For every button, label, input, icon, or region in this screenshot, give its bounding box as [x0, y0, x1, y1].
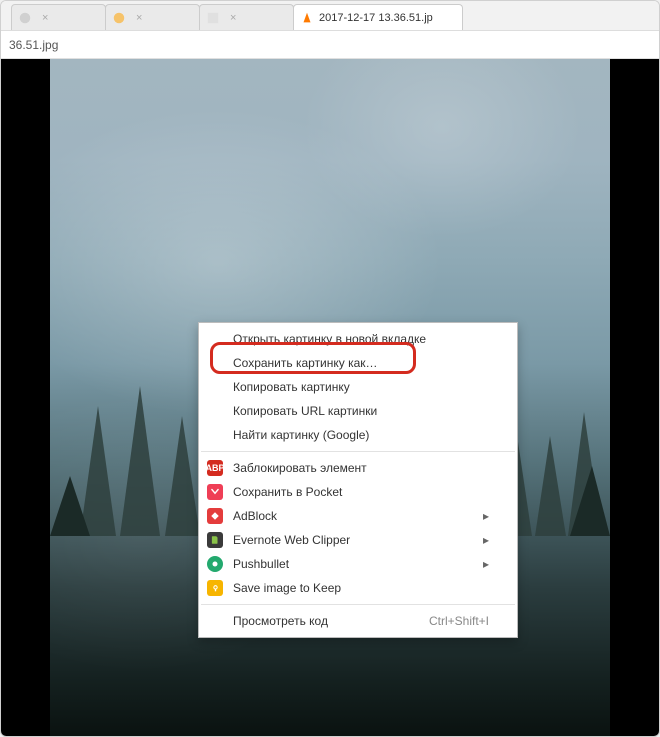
tab-title: 2017-12-17 13.36.51.jp — [319, 12, 433, 24]
menu-adblock[interactable]: AdBlock ▸ — [199, 504, 517, 528]
evernote-icon — [207, 532, 223, 548]
submenu-arrow-icon: ▸ — [483, 509, 489, 523]
menu-label: Просмотреть код — [233, 614, 328, 628]
menu-label: Evernote Web Clipper — [233, 533, 350, 547]
menu-save-to-pocket[interactable]: Сохранить в Pocket — [199, 480, 517, 504]
menu-save-image-to-keep[interactable]: Save image to Keep — [199, 576, 517, 600]
menu-label: Открыть картинку в новой вкладке — [233, 332, 426, 346]
favicon-icon — [112, 11, 126, 25]
menu-open-image-new-tab[interactable]: Открыть картинку в новой вкладке — [199, 327, 517, 351]
address-bar[interactable]: 36.51.jpg — [1, 31, 659, 59]
menu-label: AdBlock — [233, 509, 277, 523]
menu-label: Заблокировать элемент — [233, 461, 367, 475]
vlc-icon — [300, 11, 314, 25]
favicon-icon — [206, 11, 220, 25]
shortcut-label: Ctrl+Shift+I — [429, 614, 489, 628]
menu-copy-image-url[interactable]: Копировать URL картинки — [199, 399, 517, 423]
pushbullet-icon — [207, 556, 223, 572]
menu-separator — [201, 451, 515, 452]
context-menu: Открыть картинку в новой вкладке Сохрани… — [198, 322, 518, 638]
close-icon[interactable]: × — [230, 13, 240, 23]
close-icon[interactable]: × — [136, 13, 146, 23]
submenu-arrow-icon: ▸ — [483, 533, 489, 547]
menu-label: Сохранить в Pocket — [233, 485, 342, 499]
browser-tab[interactable]: × — [11, 4, 106, 30]
menu-label: Копировать картинку — [233, 380, 350, 394]
browser-tab[interactable]: × — [105, 4, 200, 30]
menu-inspect[interactable]: Просмотреть код Ctrl+Shift+I — [199, 609, 517, 633]
browser-tab[interactable]: × — [199, 4, 294, 30]
menu-label: Save image to Keep — [233, 581, 341, 595]
menu-block-element[interactable]: ABP Заблокировать элемент — [199, 456, 517, 480]
browser-tab-active[interactable]: 2017-12-17 13.36.51.jp — [293, 4, 463, 30]
menu-evernote-clipper[interactable]: Evernote Web Clipper ▸ — [199, 528, 517, 552]
abp-icon: ABP — [207, 460, 223, 476]
menu-search-image-google[interactable]: Найти картинку (Google) — [199, 423, 517, 447]
adblock-icon — [207, 508, 223, 524]
favicon-icon — [18, 11, 32, 25]
keep-icon — [207, 580, 223, 596]
menu-copy-image[interactable]: Копировать картинку — [199, 375, 517, 399]
menu-label: Pushbullet — [233, 557, 289, 571]
address-text: 36.51.jpg — [9, 38, 58, 52]
menu-separator — [201, 604, 515, 605]
close-icon[interactable]: × — [42, 13, 52, 23]
menu-label: Найти картинку (Google) — [233, 428, 369, 442]
pocket-icon — [207, 484, 223, 500]
tab-strip: × × × 2017-12-17 13.36.51.jp — [1, 1, 659, 31]
menu-save-image-as[interactable]: Сохранить картинку как… — [199, 351, 517, 375]
menu-label: Копировать URL картинки — [233, 404, 377, 418]
menu-pushbullet[interactable]: Pushbullet ▸ — [199, 552, 517, 576]
submenu-arrow-icon: ▸ — [483, 557, 489, 571]
menu-label: Сохранить картинку как… — [233, 356, 378, 370]
